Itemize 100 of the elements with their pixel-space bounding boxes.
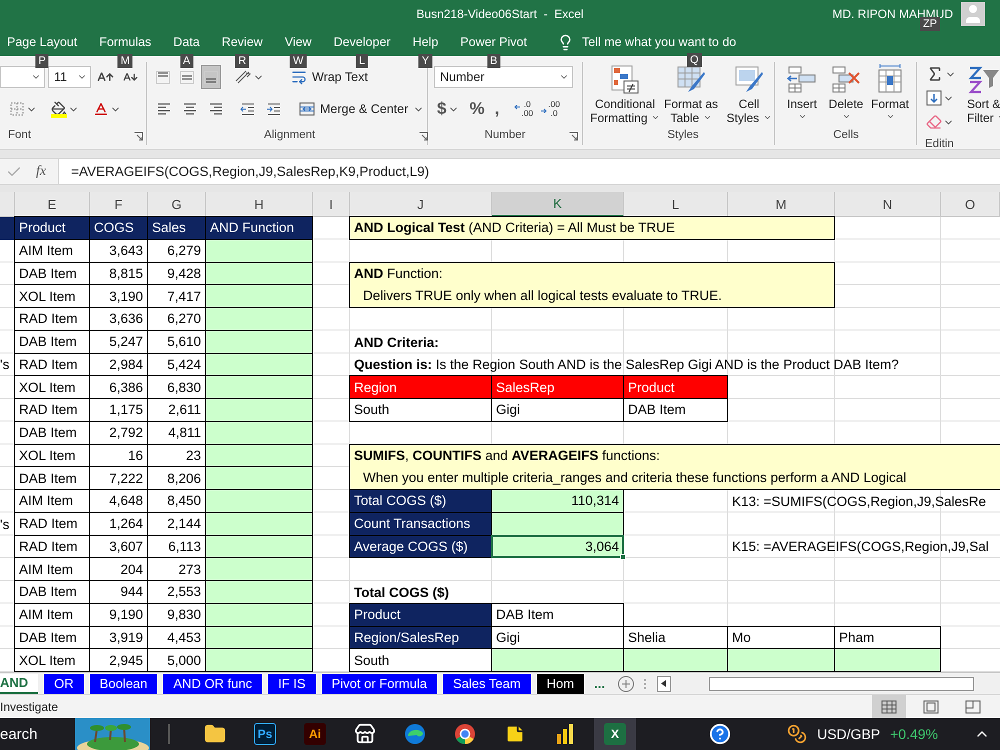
column-header[interactable]: G (148, 192, 206, 217)
column-header[interactable]: F (90, 192, 148, 217)
sort-filter-icon (967, 64, 1000, 96)
formula-field[interactable]: =AVERAGEIFS(COGS,Region,J9,SalesRep,K9,Product,L9) (58, 159, 1000, 184)
decrease-decimal-button[interactable]: .00 .0 (539, 97, 562, 121)
group-label: Font (8, 129, 32, 141)
font-size-dropdown[interactable]: 11 (48, 66, 91, 88)
taskbar-app[interactable]: Ps (244, 718, 286, 750)
merge-center-button[interactable]: Merge & Center (297, 97, 426, 121)
keytip: W (290, 54, 306, 68)
scroll-left-button[interactable] (656, 676, 671, 692)
styles-button[interactable]: Format as Table (663, 64, 719, 125)
keytip: M (118, 54, 133, 68)
dialog-launcher-icon[interactable] (419, 132, 428, 141)
cells-button[interactable]: Delete (825, 64, 867, 121)
keytip: R (235, 54, 250, 68)
decrease-indent-icon (240, 101, 256, 117)
sheet-tab[interactable]: OR (44, 674, 84, 694)
fill-handle[interactable] (620, 554, 626, 560)
cells-button[interactable]: Format (869, 64, 911, 121)
group-label: Alignment (264, 129, 316, 141)
search-field[interactable]: earch (0, 726, 75, 742)
sort-filter-button[interactable]: Sort & Filter (967, 64, 1000, 125)
align-middle-icon (180, 70, 194, 84)
column-header[interactable]: N (835, 192, 941, 217)
avatar-icon (961, 2, 985, 26)
caret-icon (886, 112, 894, 121)
result-cell[interactable] (491, 512, 624, 536)
criteria-header: Region (349, 375, 492, 399)
coins-icon (787, 724, 808, 744)
cells-button[interactable]: Insert (781, 64, 823, 121)
table-header-cell: Sales (147, 216, 206, 240)
column-header[interactable]: L (624, 192, 728, 217)
align-left-icon (156, 101, 172, 117)
keytip: A (180, 54, 194, 68)
styles-button[interactable]: Cell Styles (721, 64, 777, 125)
result-cell[interactable]: 110,314 (491, 489, 624, 513)
align-bottom-icon (204, 70, 218, 84)
comma-button[interactable]: , (492, 97, 502, 121)
dialog-launcher-icon[interactable] (569, 132, 578, 141)
sheet-tab[interactable]: IF IS (268, 674, 316, 694)
sheet-tab[interactable]: Hom (536, 674, 584, 694)
excel-icon: X (604, 723, 626, 745)
column-header[interactable]: E (15, 192, 90, 217)
wrap-text-button[interactable]: Wrap Text (289, 65, 370, 89)
column-header[interactable]: K (492, 192, 624, 217)
number-format-dropdown[interactable]: Number (434, 66, 573, 88)
criteria-cell[interactable]: DAB Item (623, 398, 728, 422)
merge-icon (299, 101, 315, 117)
formula-note: K15: =AVERAGEIFS(COGS,Region,J9,Sal (731, 538, 990, 556)
increase-decimal-button[interactable]: .0 .00 (512, 97, 536, 121)
help-icon[interactable] (709, 723, 732, 745)
column-header[interactable]: M (728, 192, 835, 217)
keytip: Y (418, 54, 432, 68)
wrap-text-icon (291, 69, 307, 85)
insert-function-button[interactable]: fx (36, 164, 46, 180)
view-button[interactable] (872, 695, 906, 718)
sheet-tab[interactable]: Sales Team (442, 674, 531, 694)
dialog-launcher-icon[interactable] (134, 132, 143, 141)
percent-button[interactable]: % (466, 97, 488, 121)
align-top-icon (156, 70, 170, 84)
column-header[interactable]: O (941, 192, 1000, 217)
taskbar-divider (168, 724, 170, 744)
criteria-cell[interactable]: South (349, 398, 492, 422)
splitter-handle[interactable] (642, 676, 647, 690)
table-cell: DAB Item (491, 602, 624, 626)
sheet-tab[interactable]: AND (0, 674, 38, 694)
horizontal-scrollbar[interactable] (708, 676, 974, 690)
column-header[interactable]: I (313, 192, 350, 217)
keytip: ZP (920, 17, 940, 31)
page-break-icon (965, 700, 981, 714)
caret-icon (650, 113, 660, 122)
section-heading: AND Criteria: (353, 334, 440, 352)
sheet-tab[interactable]: Pivot or Formula (322, 674, 437, 694)
note-heading: AND Function: (353, 266, 444, 282)
sheet-tab[interactable]: AND OR func (163, 674, 262, 694)
column-header[interactable]: H (206, 192, 313, 217)
taskbar-app[interactable]: Ai (294, 718, 336, 750)
column-header[interactable]: J (350, 192, 492, 217)
photoshop-icon: Ps (254, 723, 276, 745)
edge-icon (403, 722, 427, 746)
taskbar-app[interactable]: X (594, 718, 636, 750)
more-sheets-button[interactable]: ... (590, 676, 609, 691)
table-cell-text: 's (0, 516, 10, 534)
selected-cell[interactable]: 3,064 (491, 534, 624, 558)
font-name-dropdown[interactable] (0, 66, 45, 88)
fill-down-icon (926, 90, 942, 106)
currency-button[interactable]: $ (434, 97, 462, 121)
table-header-cell: COGS (89, 216, 148, 240)
status-text: Investigate (0, 700, 58, 714)
ticker-change: +0.49% (890, 726, 938, 742)
vertical-align-button[interactable] (201, 65, 221, 89)
table-cell: South (349, 648, 492, 672)
styles-button[interactable]: Conditional Formatting (589, 64, 661, 125)
sheet-tab[interactable]: Boolean (90, 674, 158, 694)
group-label: Cells (833, 129, 859, 141)
new-sheet-button[interactable] (616, 674, 635, 692)
row-header: Product (349, 602, 492, 626)
font-color-icon (93, 101, 109, 117)
row-header: Region/SalesRep (349, 626, 492, 650)
